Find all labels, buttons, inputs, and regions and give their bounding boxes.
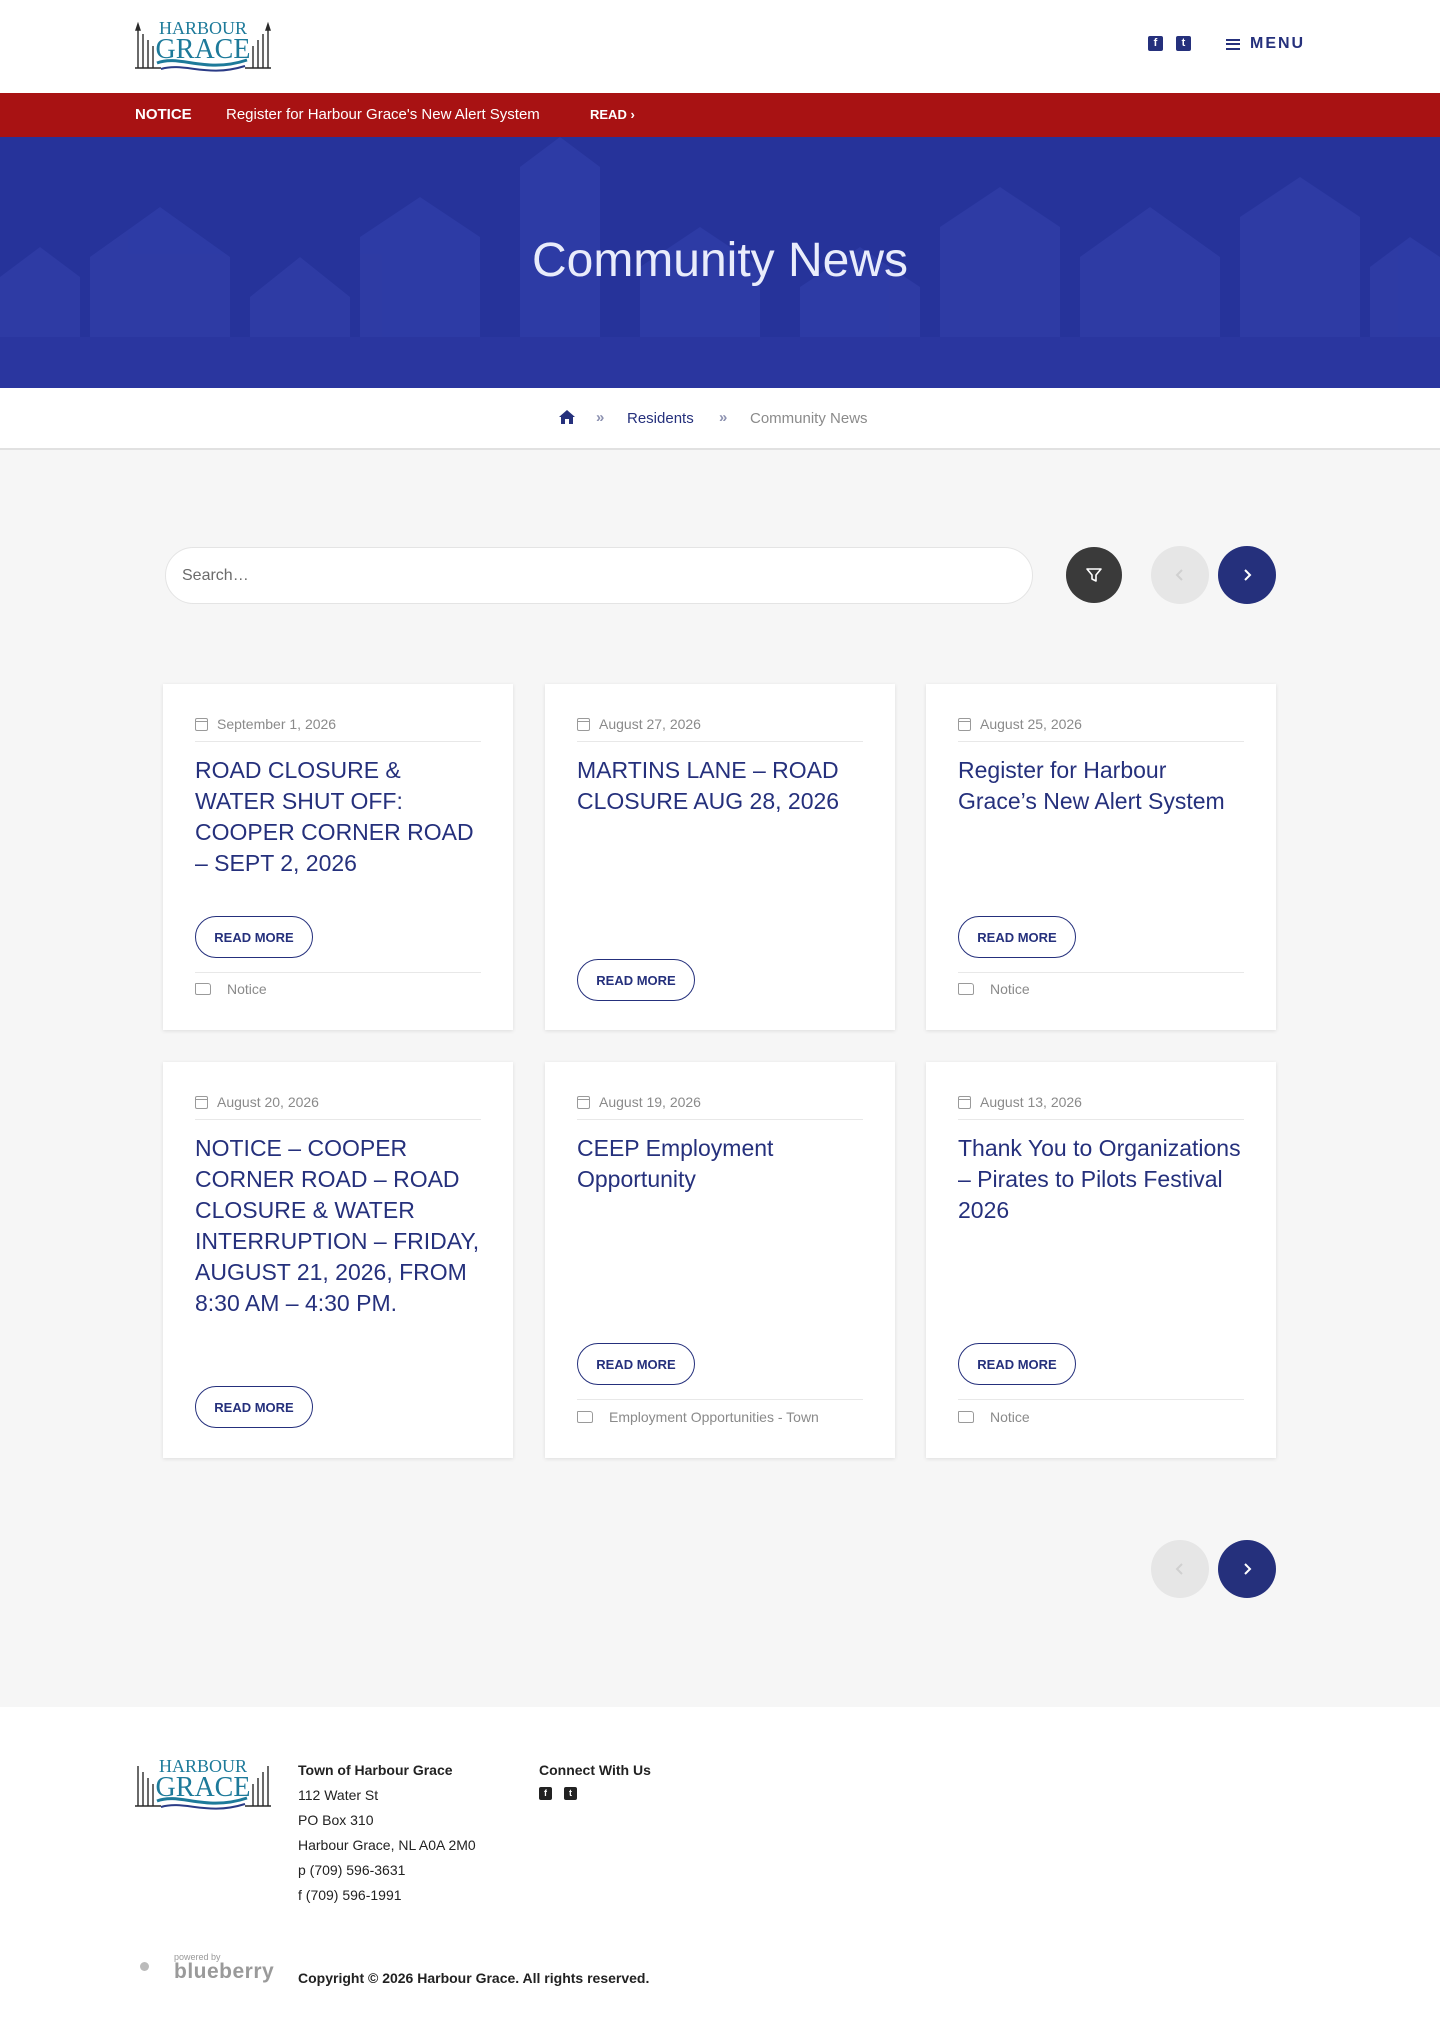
footer-street: 112 Water St: [298, 1787, 379, 1803]
card-date: August 13, 2026: [958, 1094, 1082, 1110]
news-card: August 25, 2026 Register for Harbour Gra…: [926, 684, 1276, 1030]
footer-city: Harbour Grace, NL A0A 2M0: [298, 1837, 476, 1853]
breadcrumb-current: Community News: [750, 410, 868, 427]
notice-bar: NOTICE Register for Harbour Grace's New …: [0, 93, 1440, 137]
card-date: August 27, 2026: [577, 716, 701, 732]
search-input[interactable]: [166, 548, 1032, 603]
card-date: August 20, 2026: [195, 1094, 319, 1110]
news-listing: September 1, 2026 ROAD CLOSURE & WATER S…: [0, 450, 1440, 1707]
folder-icon: [195, 983, 211, 995]
site-header: HARBOUR GRACE f t MENU: [0, 0, 1440, 93]
twitter-icon[interactable]: t: [564, 1787, 577, 1800]
news-card: September 1, 2026 ROAD CLOSURE & WATER S…: [163, 684, 513, 1030]
read-more-button[interactable]: READ MORE: [577, 959, 695, 1001]
card-date: August 25, 2026: [958, 716, 1082, 732]
powered-by-badge[interactable]: powered by blueberry: [138, 1952, 274, 1986]
facebook-icon[interactable]: f: [1148, 36, 1163, 51]
facebook-icon[interactable]: f: [539, 1787, 552, 1800]
read-more-button[interactable]: READ MORE: [958, 916, 1076, 958]
harbour-grace-logo[interactable]: HARBOUR GRACE: [135, 16, 271, 76]
news-card: August 20, 2026 NOTICE – COOPER CORNER R…: [163, 1062, 513, 1458]
calendar-icon: [195, 717, 208, 731]
footer-phone[interactable]: p (709) 596-3631: [298, 1858, 476, 1883]
calendar-icon: [958, 1095, 971, 1109]
header-social-links: f t: [1148, 36, 1191, 51]
chevron-right-icon: [1244, 1563, 1252, 1575]
calendar-icon: [195, 1095, 208, 1109]
calendar-icon: [958, 717, 971, 731]
news-card: August 27, 2026 MARTINS LANE – ROAD CLOS…: [545, 684, 895, 1030]
folder-icon: [577, 1411, 593, 1423]
read-more-button[interactable]: READ MORE: [958, 1343, 1076, 1385]
calendar-icon: [577, 1095, 590, 1109]
footer-po-box: PO Box 310: [298, 1812, 374, 1828]
notice-read-link[interactable]: READ ›: [590, 107, 635, 122]
news-card: August 19, 2026 CEEP Employment Opportun…: [545, 1062, 895, 1458]
footer-address: Town of Harbour Grace 112 Water St PO Bo…: [298, 1758, 476, 1908]
search-box: [165, 547, 1033, 604]
blueberry-icon: [140, 1962, 149, 1971]
site-footer: HARBOUR GRACE Town of Harbour Grace 112 …: [0, 1707, 1440, 2024]
prev-page-button[interactable]: [1151, 546, 1209, 604]
home-icon[interactable]: [558, 409, 576, 425]
card-title[interactable]: ROAD CLOSURE & WATER SHUT OFF: COOPER CO…: [195, 755, 485, 879]
footer-fax: f (709) 596-1991: [298, 1887, 402, 1903]
chevron-right-icon: [1244, 569, 1252, 581]
page-title: Community News: [531, 234, 909, 287]
prev-page-button[interactable]: [1151, 1540, 1209, 1598]
card-date: August 19, 2026: [577, 1094, 701, 1110]
filter-button[interactable]: [1066, 547, 1122, 603]
footer-org-name: Town of Harbour Grace: [298, 1762, 453, 1778]
card-category[interactable]: Notice: [958, 1409, 1030, 1425]
breadcrumb-residents[interactable]: Residents: [627, 410, 694, 427]
card-title[interactable]: NOTICE – COOPER CORNER ROAD – ROAD CLOSU…: [195, 1133, 485, 1319]
hero-banner: Community News: [0, 137, 1440, 388]
footer-connect: Connect With Us f t: [539, 1758, 651, 1800]
card-category[interactable]: Notice: [958, 981, 1030, 997]
card-title[interactable]: CEEP Employment Opportunity: [577, 1133, 867, 1195]
menu-button[interactable]: MENU: [1226, 35, 1305, 53]
news-card: August 13, 2026 Thank You to Organizatio…: [926, 1062, 1276, 1458]
card-title[interactable]: Register for Harbour Grace’s New Alert S…: [958, 755, 1248, 817]
folder-icon: [958, 1411, 974, 1423]
footer-logo[interactable]: HARBOUR GRACE: [135, 1754, 271, 1814]
card-title[interactable]: MARTINS LANE – ROAD CLOSURE AUG 28, 2026: [577, 755, 867, 817]
read-more-button[interactable]: READ MORE: [577, 1343, 695, 1385]
chevron-left-icon: [1175, 1563, 1183, 1575]
twitter-icon[interactable]: t: [1176, 36, 1191, 51]
copyright: Copyright © 2026 Harbour Grace. All righ…: [298, 1970, 650, 1986]
card-date: September 1, 2026: [195, 716, 336, 732]
card-category[interactable]: Notice: [195, 981, 267, 997]
breadcrumb-separator: »: [596, 409, 605, 426]
breadcrumb-separator: »: [719, 409, 728, 426]
notice-tag: NOTICE: [135, 106, 192, 123]
filter-icon: [1086, 568, 1102, 582]
hamburger-icon: [1226, 38, 1240, 50]
connect-label: Connect With Us: [539, 1762, 651, 1778]
card-category[interactable]: Employment Opportunities - Town: [577, 1409, 819, 1425]
calendar-icon: [577, 717, 590, 731]
menu-label: MENU: [1250, 35, 1306, 52]
folder-icon: [958, 983, 974, 995]
breadcrumb: » Residents » Community News: [0, 388, 1440, 450]
next-page-button[interactable]: [1218, 1540, 1276, 1598]
next-page-button[interactable]: [1218, 546, 1276, 604]
notice-text: Register for Harbour Grace's New Alert S…: [226, 106, 540, 123]
powered-by-brand: blueberry: [174, 1960, 275, 1983]
read-more-button[interactable]: READ MORE: [195, 916, 313, 958]
card-title[interactable]: Thank You to Organizations – Pirates to …: [958, 1133, 1248, 1226]
read-more-button[interactable]: READ MORE: [195, 1386, 313, 1428]
chevron-left-icon: [1175, 569, 1183, 581]
